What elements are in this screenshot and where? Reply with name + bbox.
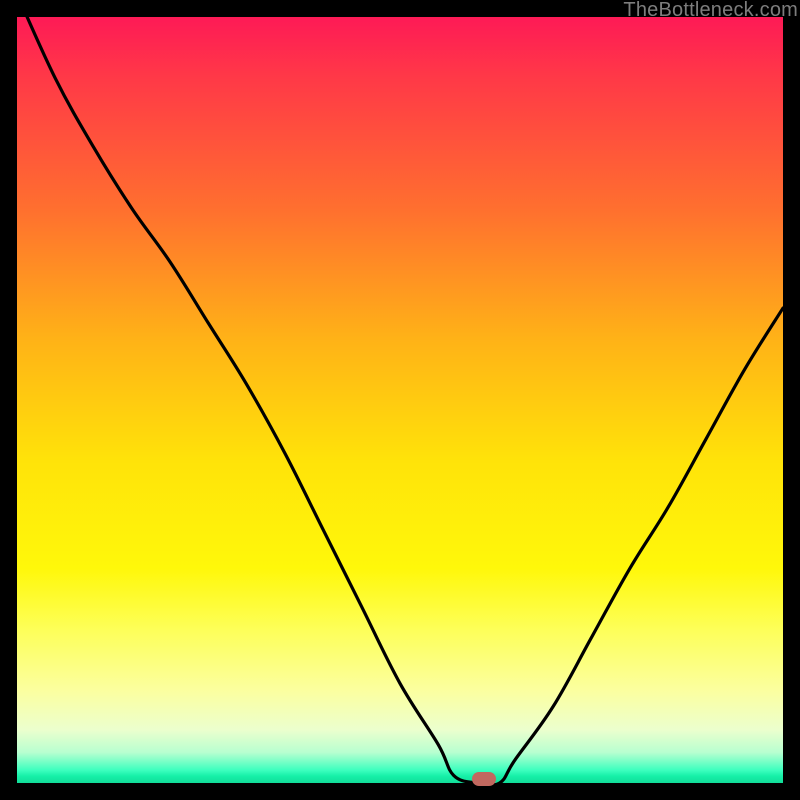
chart-frame: TheBottleneck.com	[0, 0, 800, 800]
bottleneck-curve	[17, 17, 783, 783]
optimal-marker	[472, 772, 496, 786]
plot-area	[17, 17, 783, 783]
